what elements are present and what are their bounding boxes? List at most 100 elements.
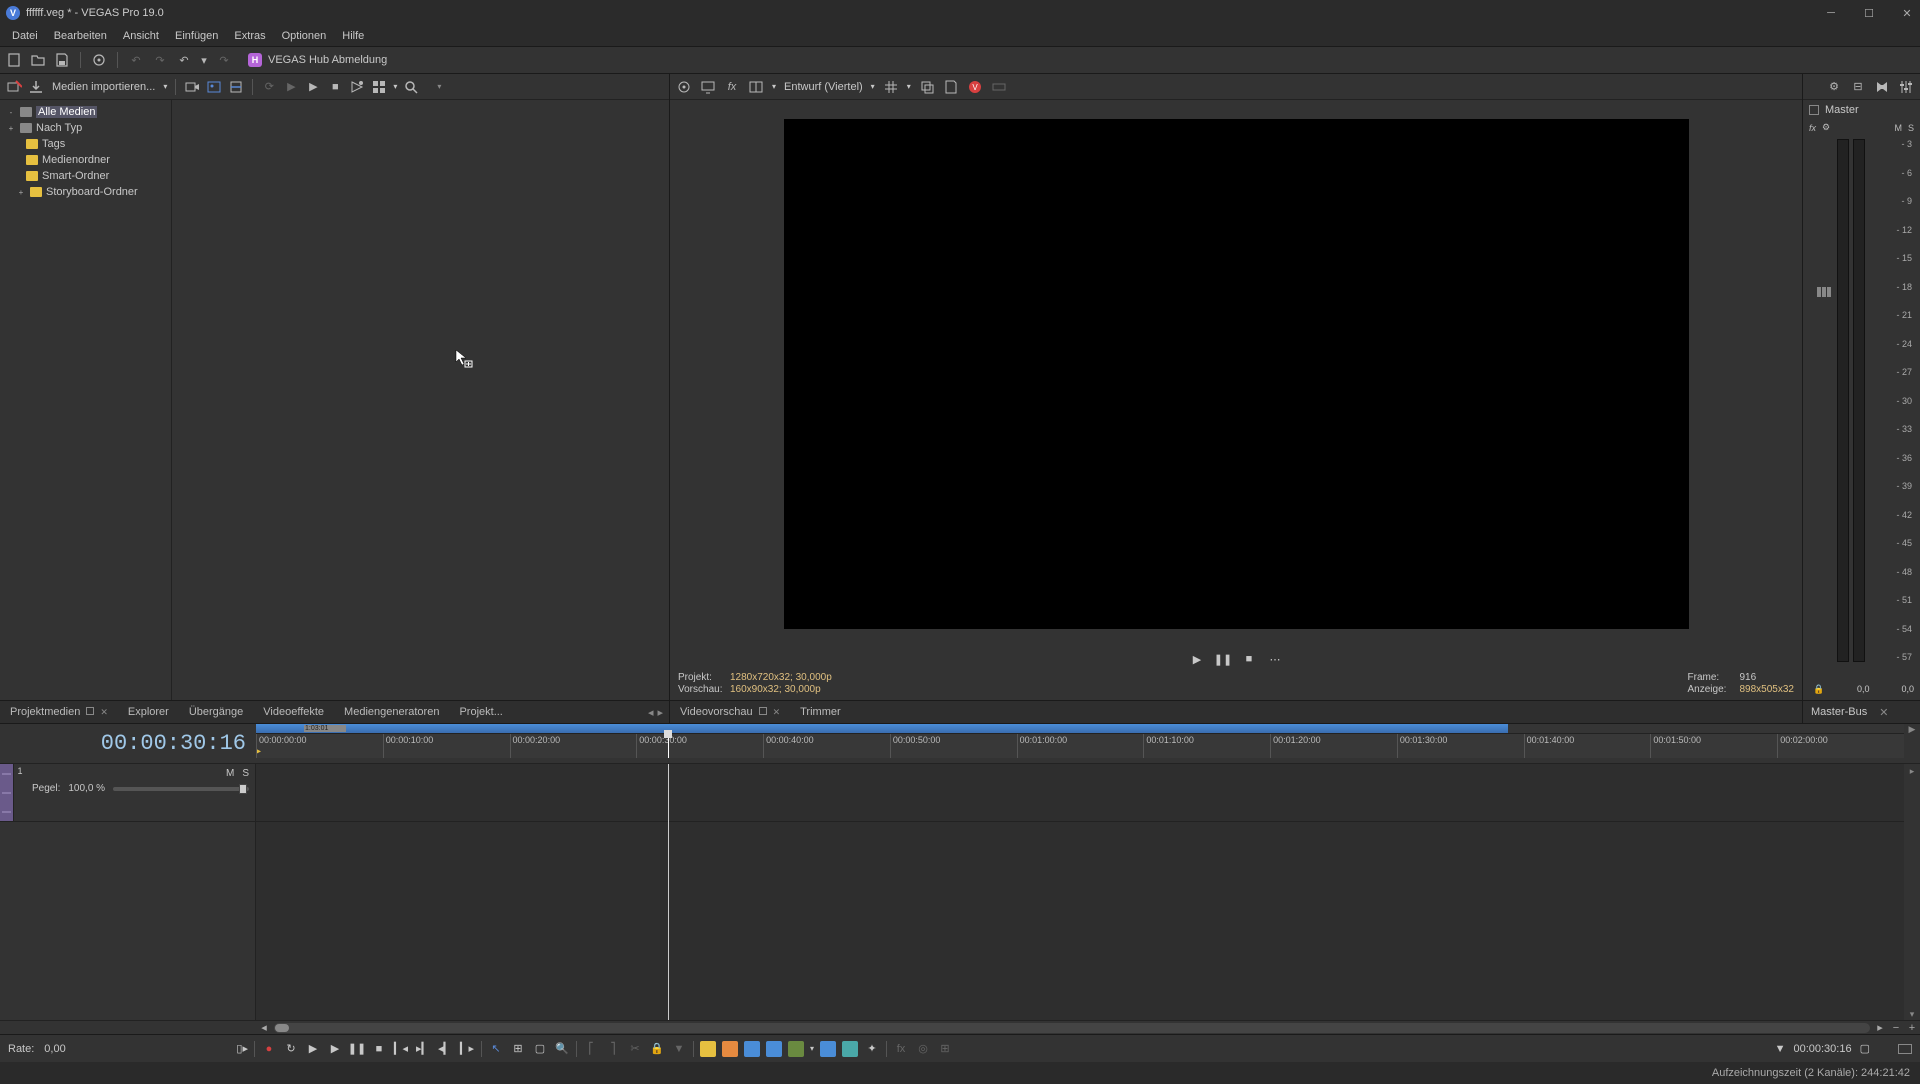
redo-forward-icon[interactable]: ↷: [152, 52, 168, 68]
new-icon[interactable]: [6, 52, 22, 68]
split-dropdown-icon[interactable]: ▾: [772, 82, 776, 91]
preview-quality-button[interactable]: Entwurf (Viertel): [784, 81, 863, 93]
hub-icon[interactable]: H: [248, 53, 262, 67]
import-button[interactable]: Medien importieren...: [48, 80, 159, 94]
stop-icon[interactable]: ■: [371, 1041, 387, 1057]
minimize-button[interactable]: ─: [1824, 7, 1838, 20]
tab-videovorschau[interactable]: Videovorschau✕: [670, 703, 790, 721]
video-fx-icon[interactable]: fx: [724, 79, 740, 95]
hub-label[interactable]: VEGAS Hub Abmeldung: [268, 54, 387, 66]
tab-explorer[interactable]: Explorer: [118, 703, 179, 721]
menu-optionen[interactable]: Optionen: [274, 28, 335, 44]
quality-dropdown-icon[interactable]: ▾: [871, 82, 875, 91]
open-icon[interactable]: [30, 52, 46, 68]
master-automation-icon[interactable]: [1809, 105, 1819, 115]
pegel-slider[interactable]: [113, 787, 249, 791]
trim-start-icon[interactable]: ⎡: [583, 1041, 599, 1057]
get-photo-icon[interactable]: [206, 79, 222, 95]
split-icon[interactable]: ✂: [627, 1041, 643, 1057]
stop-icon[interactable]: ■: [1242, 652, 1256, 666]
import-dropdown-icon[interactable]: ▾: [163, 82, 167, 91]
menu-datei[interactable]: Datei: [4, 28, 46, 44]
copy-snapshot-icon[interactable]: [919, 79, 935, 95]
event-pan-icon[interactable]: ◎: [915, 1041, 931, 1057]
external-monitor-icon[interactable]: [700, 79, 716, 95]
go-start-icon[interactable]: ▎◂: [393, 1041, 409, 1057]
go-end-icon[interactable]: ▸▎: [415, 1041, 431, 1057]
track-mute-button[interactable]: M: [226, 768, 234, 779]
tree-item-alle-medien[interactable]: -Alle Medien: [2, 104, 169, 120]
search-icon[interactable]: [403, 79, 419, 95]
overlay-grid-icon[interactable]: [883, 79, 899, 95]
play-icon[interactable]: ▶: [327, 1041, 343, 1057]
tab-master-bus[interactable]: Master-Bus: [1811, 706, 1867, 718]
minimap-region[interactable]: [256, 724, 1508, 733]
play-media-icon[interactable]: ▶: [283, 79, 299, 95]
overlay-dropdown-icon[interactable]: ▾: [907, 82, 911, 91]
close-icon[interactable]: ✕: [1879, 706, 1888, 719]
save-snapshot-icon[interactable]: [943, 79, 959, 95]
pause-icon[interactable]: ❚❚: [349, 1041, 365, 1057]
scale-icon[interactable]: [991, 79, 1007, 95]
event-fx-icon[interactable]: fx: [893, 1041, 909, 1057]
timeline-timecode[interactable]: 00:00:30:16: [0, 724, 256, 763]
tab-prev-icon[interactable]: ◂: [648, 706, 654, 719]
event-group-icon[interactable]: ⊞: [937, 1041, 953, 1057]
tree-item-tags[interactable]: Tags: [2, 136, 169, 152]
tab-projektnotizen[interactable]: Projekt...: [449, 703, 512, 721]
scroll-left-icon[interactable]: ◂: [256, 1021, 272, 1034]
tab-uebergaenge[interactable]: Übergänge: [179, 703, 253, 721]
undo-icon[interactable]: ↶: [176, 52, 192, 68]
master-fx-icon[interactable]: fx: [1809, 123, 1816, 133]
ripple-dropdown-icon[interactable]: ▾: [810, 1044, 814, 1053]
envelope-edit-icon[interactable]: ⊞: [510, 1041, 526, 1057]
play-icon[interactable]: ▶: [1190, 652, 1204, 666]
zoom-out-icon[interactable]: −: [1888, 1022, 1904, 1034]
pin-icon[interactable]: [759, 707, 767, 715]
zoom-edit-icon[interactable]: 🔍: [554, 1041, 570, 1057]
tree-item-nach-typ[interactable]: +Nach Typ: [2, 120, 169, 136]
track-collapse-icon[interactable]: ▾: [1910, 1009, 1915, 1020]
timeline-minimap[interactable]: 1:03:01: [256, 724, 1904, 734]
track-solo-button[interactable]: S: [242, 768, 249, 779]
undo-back-icon[interactable]: ↶: [128, 52, 144, 68]
tree-item-medienordner[interactable]: Medienordner: [2, 152, 169, 168]
loop-icon[interactable]: ↻: [283, 1041, 299, 1057]
timecode-select-icon[interactable]: ▢: [1860, 1042, 1870, 1055]
pin-icon[interactable]: [86, 707, 94, 715]
properties-icon[interactable]: [91, 52, 107, 68]
more-icon[interactable]: ⋯: [1268, 652, 1282, 666]
marker-yellow-icon[interactable]: [700, 1041, 716, 1057]
record-icon[interactable]: ●: [261, 1041, 277, 1057]
master-solo-button[interactable]: S: [1908, 123, 1914, 133]
expand-icon[interactable]: +: [16, 188, 26, 197]
view-icon[interactable]: [371, 79, 387, 95]
crossfade-icon[interactable]: ✦: [864, 1041, 880, 1057]
menu-extras[interactable]: Extras: [226, 28, 273, 44]
rate-slider-icon[interactable]: ▯▸: [236, 1042, 248, 1055]
playhead[interactable]: [668, 734, 669, 758]
downmix-icon[interactable]: [1874, 79, 1890, 95]
quantize-icon[interactable]: [766, 1041, 782, 1057]
adjust-color-icon[interactable]: V: [967, 79, 983, 95]
tab-videoeffekte[interactable]: Videoeffekte: [253, 703, 334, 721]
trim-end-icon[interactable]: ⎤: [605, 1041, 621, 1057]
prev-frame-icon[interactable]: ◂▎: [437, 1041, 453, 1057]
menu-einfuegen[interactable]: Einfügen: [167, 28, 226, 44]
collapse-icon[interactable]: -: [6, 108, 16, 117]
menu-hilfe[interactable]: Hilfe: [334, 28, 372, 44]
media-content-area[interactable]: [172, 100, 669, 700]
import-icon[interactable]: [28, 79, 44, 95]
timeline-scrollbar[interactable]: [274, 1023, 1870, 1033]
redo-icon[interactable]: ↷: [216, 52, 232, 68]
scroll-right-icon[interactable]: ▸: [1872, 1021, 1888, 1034]
scan-icon[interactable]: [228, 79, 244, 95]
track-row-1[interactable]: [256, 764, 1904, 822]
selection-edit-icon[interactable]: ▢: [532, 1041, 548, 1057]
video-properties-icon[interactable]: [676, 79, 692, 95]
normal-edit-icon[interactable]: ↖: [488, 1041, 504, 1057]
lock-icon[interactable]: 🔒: [1813, 684, 1825, 696]
scrollbar-thumb[interactable]: [275, 1024, 289, 1032]
tree-item-storyboard[interactable]: +Storyboard-Ordner: [2, 184, 169, 200]
gear-icon[interactable]: ⚙: [1822, 122, 1830, 133]
